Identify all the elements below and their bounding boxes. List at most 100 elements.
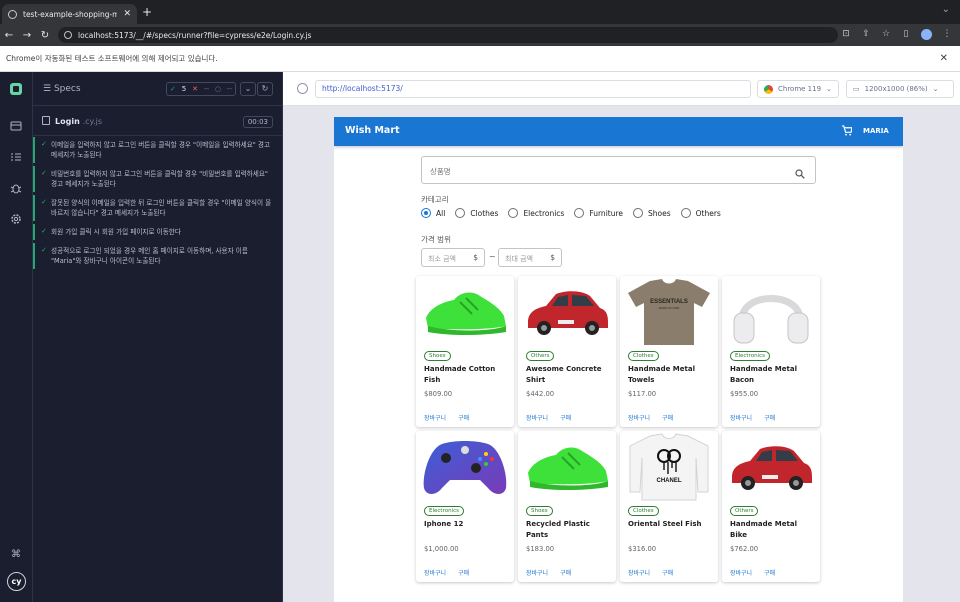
product-name[interactable]: Handmade Metal Bike — [730, 519, 816, 541]
translate-icon[interactable]: ⊡ — [841, 29, 851, 40]
forward-icon[interactable]: → — [18, 30, 36, 41]
add-to-cart-button[interactable]: 장바구니 — [526, 568, 548, 577]
red-car-image[interactable] — [520, 276, 614, 348]
passed-count: 5 — [181, 85, 187, 93]
close-infobar-icon[interactable]: ✕ — [940, 53, 948, 64]
category-radio-others[interactable]: Others — [680, 208, 721, 218]
buy-button[interactable]: 구매 — [560, 568, 571, 577]
test-item[interactable]: ✓ 잘못된 양식의 이메일을 입력한 뒤 로그인 버튼을 클릭할 경우 "이메일 … — [33, 195, 283, 221]
product-price: $183.00 — [526, 545, 555, 553]
specs-list-icon[interactable] — [9, 151, 23, 165]
red-car-image[interactable] — [724, 431, 818, 503]
category-radio-all[interactable]: All — [421, 208, 445, 218]
product-card[interactable]: ESSENTIALS FEAR OF GOD Clothes Handmade Met… — [620, 276, 718, 427]
browser-tab[interactable]: test-example-shopping-mall ✕ — [2, 4, 137, 24]
url-input[interactable]: localhost:5173/__/#/specs/runner?file=cy… — [58, 27, 838, 43]
new-tab-button[interactable]: + — [142, 5, 152, 19]
rerun-button[interactable]: ↻ — [257, 82, 273, 96]
buy-button[interactable]: 구매 — [458, 568, 469, 577]
svg-text:CHANEL: CHANEL — [657, 478, 682, 484]
site-info-icon[interactable] — [64, 31, 72, 39]
back-icon[interactable]: ← — [0, 30, 18, 41]
category-radio-electronics[interactable]: Electronics — [508, 208, 564, 218]
add-to-cart-button[interactable]: 장바구니 — [526, 413, 548, 422]
product-card[interactable]: Shoes Handmade Cotton Fish $809.00 장바구니 구매 — [416, 276, 514, 427]
category-chip: Others — [526, 351, 555, 361]
buy-button[interactable]: 구매 — [764, 568, 775, 577]
search-icon[interactable] — [795, 164, 805, 179]
product-name[interactable]: Handmade Cotton Fish — [424, 364, 510, 386]
bookmark-star-icon[interactable]: ☆ — [881, 29, 891, 40]
add-to-cart-button[interactable]: 장바구니 — [424, 568, 446, 577]
viewport-info[interactable]: ▭ 1200x1000 (86%) ⌄ — [846, 80, 954, 98]
chevron-down-icon: ⌄ — [932, 85, 939, 93]
add-to-cart-button[interactable]: 장바구니 — [628, 413, 650, 422]
chrome-menu-icon[interactable]: ⋮ — [942, 29, 952, 40]
game-controller-image[interactable] — [418, 431, 512, 503]
product-card[interactable]: CHANEL Clothes Oriental Steel Fish $316.00 장… — [620, 431, 718, 582]
product-card[interactable]: Others Handmade Metal Bike $762.00 장바구니 구매 — [722, 431, 820, 582]
essentials-tshirt-image[interactable]: ESSENTIALS FEAR OF GOD — [622, 276, 716, 348]
svg-text:FEAR OF GOD: FEAR OF GOD — [659, 306, 681, 310]
category-chip: Shoes — [424, 351, 451, 361]
chanel-sweatshirt-image[interactable]: CHANEL — [622, 431, 716, 503]
cart-icon[interactable] — [841, 125, 853, 139]
max-price-input[interactable]: 최대 금액 $ — [498, 248, 562, 267]
reload-icon[interactable]: ↻ — [36, 30, 54, 41]
product-card[interactable]: Electronics Iphone 12 $1,000.00 장바구니 구매 — [416, 431, 514, 582]
product-name[interactable]: Recycled Plastic Pants — [526, 519, 612, 541]
selector-playground-icon[interactable] — [297, 83, 308, 94]
category-radio-shoes[interactable]: Shoes — [633, 208, 671, 218]
buy-button[interactable]: 구매 — [662, 413, 673, 422]
buy-button[interactable]: 구매 — [764, 413, 775, 422]
share-icon[interactable]: ⇪ — [861, 29, 871, 40]
product-name[interactable]: Iphone 12 — [424, 519, 510, 530]
product-name[interactable]: Oriental Steel Fish — [628, 519, 714, 530]
profile-avatar[interactable] — [921, 29, 932, 40]
close-tab-icon[interactable]: ✕ — [123, 9, 131, 19]
buy-button[interactable]: 구매 — [458, 413, 469, 422]
product-name[interactable]: Handmade Metal Towels — [628, 364, 714, 386]
side-panel-icon[interactable]: ▯ — [901, 29, 911, 40]
headphones-image[interactable] — [724, 276, 818, 348]
reporter-header: ☰ Specs ✓ 5 ✕ -- ○ -- ⌄ ↻ — [33, 72, 283, 106]
product-card[interactable]: Electronics Handmade Metal Bacon $955.00 장바… — [722, 276, 820, 427]
settings-gear-icon[interactable] — [9, 213, 23, 227]
category-radio-furniture[interactable]: Furniture — [574, 208, 623, 218]
add-to-cart-button[interactable]: 장바구니 — [730, 413, 752, 422]
runs-icon[interactable] — [9, 120, 23, 134]
product-name[interactable]: Handmade Metal Bacon — [730, 364, 816, 386]
spec-title-row: Login .cy.js 00:03 — [33, 106, 283, 136]
min-price-input[interactable]: 최소 금액 $ — [421, 248, 485, 267]
green-sneaker-image[interactable] — [520, 431, 614, 503]
product-search-input[interactable]: 상품명 — [421, 156, 816, 184]
pending-icon: ○ — [214, 85, 222, 93]
pending-count: -- — [226, 85, 233, 93]
tab-search-icon[interactable]: ⌄ — [942, 4, 950, 15]
user-name[interactable]: MARIA — [863, 127, 889, 135]
add-to-cart-button[interactable]: 장바구니 — [730, 568, 752, 577]
add-to-cart-button[interactable]: 장바구니 — [628, 568, 650, 577]
specs-toggle[interactable]: ☰ Specs — [43, 84, 81, 94]
test-item[interactable]: ✓ 이메일을 입력하지 않고 로그인 버튼을 클릭할 경우 "이메일을 입력하세요… — [33, 137, 283, 163]
debug-bug-icon[interactable] — [9, 182, 23, 196]
keyboard-shortcuts-icon[interactable]: ⌘ — [9, 548, 23, 562]
product-card[interactable]: Shoes Recycled Plastic Pants $183.00 장바구니 구매 — [518, 431, 616, 582]
category-radio-clothes[interactable]: Clothes — [455, 208, 498, 218]
test-item[interactable]: ✓ 성공적으로 로그인 되었을 경우 메인 홈 페이지로 이동하며, 사용자 이름… — [33, 243, 283, 269]
app-logo-icon[interactable] — [9, 82, 23, 96]
green-sneaker-image[interactable] — [418, 276, 512, 348]
brand-logo[interactable]: Wish Mart — [345, 125, 400, 136]
expand-collapse-button[interactable]: ⌄ — [240, 82, 256, 96]
cypress-logo-icon[interactable]: cy — [7, 572, 26, 591]
test-item[interactable]: ✓ 회원 가입 클릭 시 회원 가입 페이지로 이동한다 — [33, 224, 283, 240]
product-name[interactable]: Awesome Concrete Shirt — [526, 364, 612, 386]
test-item[interactable]: ✓ 비밀번호를 입력하지 않고 로그인 버튼을 클릭할 경우 "비밀번호를 입력하… — [33, 166, 283, 192]
browser-selector[interactable]: Chrome 119 ⌄ — [757, 80, 839, 98]
buy-button[interactable]: 구매 — [560, 413, 571, 422]
add-to-cart-button[interactable]: 장바구니 — [424, 413, 446, 422]
product-card[interactable]: Others Awesome Concrete Shirt $442.00 장바구니 구… — [518, 276, 616, 427]
aut-url-field[interactable]: http://localhost:5173/ — [315, 80, 751, 98]
aut-panel: http://localhost:5173/ Chrome 119 ⌄ ▭ 12… — [283, 72, 960, 602]
buy-button[interactable]: 구매 — [662, 568, 673, 577]
